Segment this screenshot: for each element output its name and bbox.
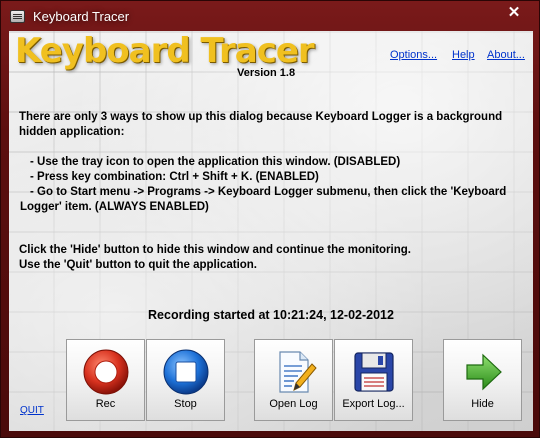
open-log-button-label: Open Log bbox=[269, 398, 318, 410]
way-item-hotkey: - Press key combination: Ctrl + Shift + … bbox=[30, 171, 319, 183]
window-title: Keyboard Tracer bbox=[33, 9, 130, 24]
recording-status: Recording started at 10:21:24, 12-02-201… bbox=[148, 308, 394, 322]
document-edit-icon bbox=[278, 351, 317, 393]
options-link[interactable]: Options... bbox=[390, 49, 437, 61]
close-button[interactable]: ✕ bbox=[497, 3, 531, 23]
app-logo: Keyboard Tracer bbox=[15, 31, 315, 71]
record-icon bbox=[83, 349, 128, 395]
keyboard-app-icon bbox=[10, 10, 25, 23]
hide-button-label: Hide bbox=[471, 398, 494, 410]
way-item-tray: - Use the tray icon to open the applicat… bbox=[30, 156, 401, 168]
rec-button-label: Rec bbox=[95, 398, 116, 410]
about-link[interactable]: About... bbox=[487, 49, 525, 61]
export-log-button[interactable]: Export Log... bbox=[334, 339, 413, 421]
help-link[interactable]: Help bbox=[452, 49, 475, 61]
quit-link[interactable]: QUIT bbox=[20, 405, 44, 416]
stop-icon bbox=[163, 349, 208, 395]
arrow-right-icon bbox=[465, 353, 502, 391]
version-label: Version 1.8 bbox=[237, 67, 296, 79]
rec-button[interactable]: Rec bbox=[66, 339, 145, 421]
export-log-button-label: Export Log... bbox=[342, 398, 405, 410]
stop-button-label: Stop bbox=[174, 398, 197, 410]
hint-text-hide: Click the 'Hide' button to hide this win… bbox=[19, 244, 411, 256]
hide-button[interactable]: Hide bbox=[443, 339, 522, 421]
intro-text-line1: There are only 3 ways to show up this di… bbox=[19, 111, 503, 123]
way-item-startmenu-cont: Logger' item. (ALWAYS ENABLED) bbox=[20, 201, 209, 213]
stop-button[interactable]: Stop bbox=[146, 339, 225, 421]
window-frame: Keyboard Tracer ✕ Keyboard Tracer Versio… bbox=[0, 0, 540, 438]
title-bar[interactable]: Keyboard Tracer ✕ bbox=[1, 1, 540, 31]
open-log-button[interactable]: Open Log bbox=[254, 339, 333, 421]
way-item-startmenu: - Go to Start menu -> Programs -> Keyboa… bbox=[30, 186, 507, 198]
hint-text-quit: Use the 'Quit' button to quit the applic… bbox=[19, 259, 258, 271]
floppy-disk-icon bbox=[353, 352, 394, 392]
intro-text-line2: hidden application: bbox=[19, 126, 125, 138]
client-area: Keyboard Tracer Version 1.8 Options... H… bbox=[9, 31, 533, 431]
